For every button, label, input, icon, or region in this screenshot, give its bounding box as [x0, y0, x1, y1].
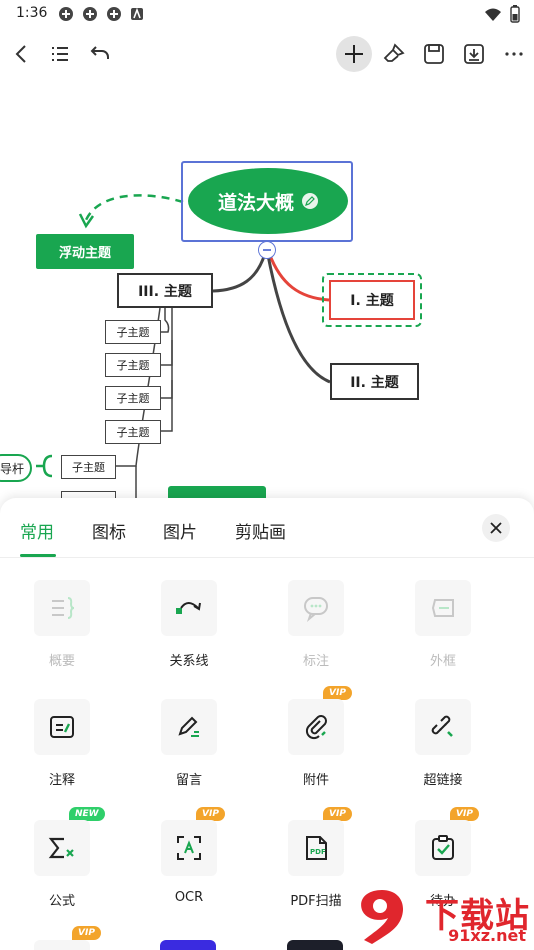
status-time: 1:36 — [16, 5, 48, 21]
subtopic-partial[interactable] — [61, 491, 116, 498]
pdf-scan-icon: PDF — [306, 836, 327, 860]
chevron-left-icon — [15, 45, 26, 63]
insert-button[interactable] — [336, 36, 372, 72]
subtopic[interactable]: 子主题 — [105, 320, 161, 344]
insert-ocr[interactable]: VIP OCR — [144, 807, 234, 920]
vip-badge: VIP — [323, 686, 352, 700]
root-topic[interactable]: 道法大概 — [188, 168, 348, 234]
vip-badge: VIP — [72, 926, 101, 940]
vip-badge: VIP — [450, 807, 479, 821]
tab-indicator — [20, 554, 56, 557]
tab-common[interactable]: 常用 — [20, 518, 54, 543]
battery-icon — [510, 5, 520, 27]
insert-pdf-scan[interactable]: VIP PDF PDF扫描 — [271, 807, 361, 920]
subtopic[interactable]: 子主题 — [105, 386, 161, 410]
topic-iii[interactable]: III. 主题 — [117, 273, 213, 308]
comment-icon — [178, 716, 199, 737]
wifi-icon — [484, 7, 502, 26]
topic-ii[interactable]: II. 主题 — [330, 363, 419, 400]
more-icon — [505, 52, 523, 56]
app-notification-icon — [82, 6, 98, 22]
todo-icon — [432, 835, 454, 860]
close-icon — [490, 522, 502, 534]
insert-hyperlink[interactable]: 超链接 — [398, 699, 488, 799]
minus-icon — [263, 249, 271, 251]
insert-item-partial[interactable] — [287, 940, 343, 950]
insert-relation-line[interactable]: 关系线 — [144, 580, 234, 680]
app-notification-icon — [58, 6, 74, 22]
app-notification-icon — [130, 6, 146, 22]
insert-panel: 常用 图标 图片 剪贴画 概要 关系线 标注 外框 注释 留言 VIP 附件 超… — [0, 498, 534, 950]
attachment-icon — [305, 715, 327, 740]
status-bar: 1:36 — [0, 0, 534, 28]
insert-item-partial[interactable] — [34, 940, 90, 950]
insert-note[interactable]: 注释 — [17, 699, 107, 799]
ocr-icon — [177, 836, 201, 860]
save-button[interactable] — [416, 36, 452, 72]
insert-summary: 概要 — [17, 580, 107, 680]
insert-formula[interactable]: NEW 公式 — [17, 807, 107, 920]
root-topic-label: 道法大概 — [217, 191, 294, 214]
insert-comment[interactable]: 留言 — [144, 699, 234, 799]
brush-icon — [383, 43, 405, 62]
undo-icon — [90, 46, 109, 59]
subtopic[interactable]: 子主题 — [61, 455, 116, 479]
tab-images[interactable]: 图片 — [163, 518, 197, 543]
insert-boundary: 外框 — [398, 580, 488, 680]
connection-lines — [36, 194, 331, 498]
save-icon — [424, 44, 444, 64]
tab-clipart[interactable]: 剪贴画 — [235, 518, 286, 543]
subtopic[interactable]: 子主题 — [105, 420, 161, 444]
watermark-logo — [361, 890, 404, 944]
insert-item-partial[interactable] — [160, 940, 216, 950]
floating-topic[interactable]: 浮动主题 — [36, 234, 134, 269]
summary-icon — [52, 597, 75, 619]
download-icon — [464, 44, 484, 64]
guide-topic[interactable]: 导杆 — [0, 454, 32, 482]
edit-icon[interactable] — [302, 193, 318, 209]
notification-icons — [58, 6, 146, 22]
plus-icon — [345, 45, 363, 63]
subtopic[interactable]: 子主题 — [105, 353, 161, 377]
hyperlink-icon — [431, 715, 453, 737]
insert-callout: 标注 — [271, 580, 361, 680]
collapse-toggle[interactable] — [258, 241, 276, 259]
topic-partial[interactable] — [168, 486, 266, 498]
mindmap-canvas[interactable]: 道法大概 浮动主题 III. 主题 I. 主题 II. 主题 子主题 子主题 子… — [0, 80, 534, 498]
back-button[interactable] — [4, 36, 40, 72]
formula-icon — [48, 837, 74, 859]
new-badge: NEW — [69, 807, 105, 821]
list-icon — [52, 47, 68, 61]
note-icon — [50, 716, 74, 738]
editor-toolbar — [0, 32, 534, 76]
watermark: 下载站 91xz.net — [354, 886, 534, 950]
more-button[interactable] — [496, 36, 532, 72]
insert-attachment[interactable]: VIP 附件 — [271, 686, 361, 799]
relation-line-icon — [176, 602, 201, 614]
tab-icons[interactable]: 图标 — [92, 518, 126, 543]
topic-i[interactable]: I. 主题 — [329, 280, 415, 320]
vip-badge: VIP — [196, 807, 225, 821]
close-panel-button[interactable] — [482, 514, 510, 542]
svg-text:PDF: PDF — [310, 848, 326, 856]
style-button[interactable] — [376, 36, 412, 72]
watermark-url: 91xz.net — [448, 926, 526, 945]
export-button[interactable] — [456, 36, 492, 72]
panel-tabs: 常用 图标 图片 剪贴画 — [0, 498, 534, 558]
undo-button[interactable] — [82, 36, 118, 72]
app-notification-icon — [106, 6, 122, 22]
callout-icon — [304, 597, 328, 622]
vip-badge: VIP — [323, 807, 352, 821]
outline-button[interactable] — [42, 36, 78, 72]
boundary-icon — [431, 599, 454, 617]
